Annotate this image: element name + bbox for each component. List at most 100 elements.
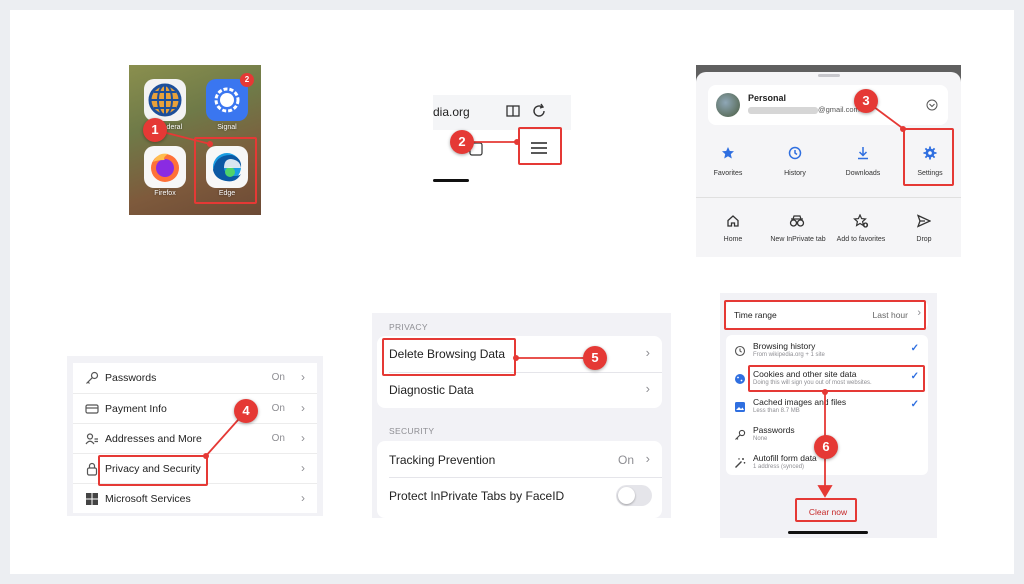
connector-dot — [900, 126, 906, 132]
inprivate-icon[interactable] — [789, 214, 805, 233]
settings-row-label: Passwords — [105, 372, 157, 384]
highlight-menu-button — [518, 127, 562, 165]
send-icon[interactable] — [916, 214, 932, 233]
settings-row-passwords[interactable]: Passwords On › — [73, 363, 317, 393]
step-marker-5: 5 — [583, 346, 607, 370]
data-item-subtitle: Less than 8.7 MB — [753, 408, 800, 414]
connector-dot — [822, 389, 828, 395]
highlight-time-range — [724, 300, 926, 330]
diagnostic-data-row[interactable]: Diagnostic Data › — [377, 372, 662, 408]
step-marker-4: 4 — [234, 399, 258, 423]
highlight-clear-now — [795, 498, 857, 522]
data-item-cached-images[interactable]: Cached images and files Less than 8.7 MB… — [720, 393, 937, 419]
magic-wand-icon — [734, 456, 746, 468]
settings-row-label: Addresses and More — [105, 433, 202, 445]
firefox-app-icon[interactable] — [144, 146, 186, 188]
history-icon[interactable] — [788, 146, 802, 165]
menu-favorites[interactable]: Favorites — [698, 170, 758, 177]
menu-drop[interactable]: Drop — [894, 236, 954, 243]
data-item-title: Passwords — [753, 425, 795, 435]
chevron-right-icon: › — [301, 370, 305, 384]
menu-add-to-favorites[interactable]: Add to favorites — [830, 236, 892, 243]
menu-divider — [696, 197, 961, 198]
security-card: Tracking Prevention On › Protect InPriva… — [377, 441, 662, 518]
settings-row-microsoft-services[interactable]: Microsoft Services › — [73, 483, 317, 513]
data-item-browsing-history[interactable]: Browsing history From wikipedia.org + 1 … — [720, 337, 937, 363]
settings-list-panel: Passwords On › Payment Info On › Address… — [67, 356, 323, 516]
data-item-subtitle: From wikipedia.org + 1 site — [753, 352, 825, 358]
profile-card[interactable]: Personal @gmail.com — [708, 85, 948, 125]
connector-dot — [203, 453, 209, 459]
card-icon — [85, 402, 99, 416]
settings-row-value: On — [271, 433, 285, 444]
history-icon — [734, 344, 746, 357]
menu-new-inprivate-tab[interactable]: New InPrivate tab — [767, 236, 829, 243]
refresh-icon[interactable] — [531, 103, 547, 124]
step-marker-1: 1 — [143, 118, 167, 142]
checkmark-icon: ✓ — [910, 343, 919, 354]
highlight-delete-browsing-data — [382, 338, 516, 376]
menu-history[interactable]: History — [765, 170, 825, 177]
home-indicator — [788, 531, 868, 534]
contacts-icon — [85, 432, 99, 446]
chevron-right-icon: › — [645, 451, 650, 466]
chevron-right-icon: › — [645, 381, 650, 396]
home-indicator — [433, 179, 469, 182]
toggle-knob — [618, 487, 635, 504]
menu-downloads[interactable]: Downloads — [833, 170, 893, 177]
highlight-privacy-security — [98, 455, 208, 486]
chevron-right-icon: › — [301, 461, 305, 475]
reader-view-icon[interactable] — [505, 103, 521, 124]
add-favorite-icon[interactable] — [853, 213, 869, 233]
star-icon[interactable] — [721, 146, 735, 165]
settings-row-label: Payment Info — [105, 403, 167, 415]
globe-app-icon[interactable] — [144, 79, 186, 121]
step-marker-6: 6 — [814, 435, 838, 459]
home-icon[interactable] — [726, 214, 740, 233]
avatar — [716, 93, 740, 117]
settings-row-payment-info[interactable]: Payment Info On › — [73, 393, 317, 423]
settings-row-value: On — [271, 372, 285, 383]
key-icon — [85, 371, 99, 385]
faceid-toggle[interactable] — [616, 485, 652, 506]
data-item-subtitle: None — [753, 436, 768, 442]
chevron-right-icon: › — [301, 491, 305, 505]
highlight-edge-app — [194, 137, 257, 204]
tracking-prevention-row[interactable]: Tracking Prevention On › — [377, 441, 662, 477]
checkmark-icon: ✓ — [910, 399, 919, 410]
chevron-down-icon[interactable] — [926, 98, 938, 116]
data-item-title: Browsing history — [753, 341, 816, 351]
tracking-prevention-value: On — [617, 453, 634, 467]
settings-row-value: On — [271, 403, 285, 414]
tracking-prevention-label: Tracking Prevention — [389, 453, 496, 467]
url-text[interactable]: dia.org — [433, 105, 470, 119]
microsoft-icon — [85, 492, 99, 506]
data-item-title: Cached images and files — [753, 397, 847, 407]
firefox-app-label: Firefox — [154, 190, 176, 197]
data-item-title: Autofill form data — [753, 453, 817, 463]
section-header-security: SECURITY — [389, 426, 435, 436]
download-icon[interactable] — [856, 146, 870, 165]
settings-row-addresses[interactable]: Addresses and More On › — [73, 423, 317, 453]
key-icon — [734, 428, 746, 440]
data-item-subtitle: 1 address (synced) — [753, 464, 805, 470]
settings-row-label: Microsoft Services — [105, 493, 191, 505]
cookie-icon — [734, 372, 746, 384]
diagnostic-data-label: Diagnostic Data — [389, 383, 474, 397]
section-header-privacy: PRIVACY — [389, 322, 428, 332]
image-icon — [734, 400, 746, 412]
menu-home[interactable]: Home — [703, 236, 763, 243]
connector-dot — [513, 355, 519, 361]
notification-badge: 2 — [240, 73, 254, 87]
sheet-grabber — [818, 74, 840, 77]
highlight-cookies — [748, 365, 925, 392]
chevron-right-icon: › — [645, 345, 650, 360]
faceid-row: Protect InPrivate Tabs by FaceID — [377, 477, 662, 513]
profile-name: Personal — [748, 93, 787, 103]
step-marker-3: 3 — [854, 89, 878, 113]
profile-email: @gmail.com — [818, 105, 860, 114]
chevron-right-icon: › — [301, 401, 305, 415]
connector-dot — [207, 141, 213, 147]
profile-email-blur — [748, 107, 818, 114]
lock-icon — [85, 462, 99, 476]
